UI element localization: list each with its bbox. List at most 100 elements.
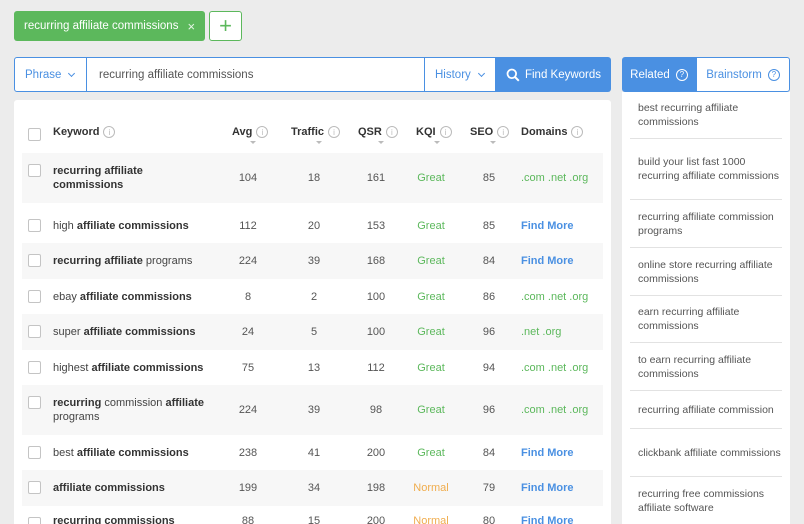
header-seo[interactable]: SEO i: [470, 126, 510, 144]
row-checkbox[interactable]: [28, 254, 41, 267]
table-row[interactable]: recurring commissions 88 15 200 Normal 80 Find…: [22, 506, 603, 524]
row-checkbox[interactable]: [28, 219, 41, 232]
find-keywords-label: Find Keywords: [524, 68, 602, 81]
header-keyword-label: Keyword: [53, 126, 100, 138]
table-row[interactable]: high affiliate commissions 112 20 153 Great 8…: [22, 208, 603, 243]
row-checkbox[interactable]: [28, 361, 41, 374]
info-icon[interactable]: i: [328, 126, 341, 138]
keyword-cell: best affiliate commissions: [53, 435, 213, 470]
search-mode-select[interactable]: Phrase: [14, 57, 87, 92]
find-more-link[interactable]: Find More: [521, 470, 601, 506]
avg-cell: 199: [238, 482, 258, 494]
keyword-match: recurring commissions: [53, 515, 175, 524]
related-keyword-label: online store recurring affiliate commiss…: [638, 258, 773, 285]
sort-arrow-icon: [315, 141, 322, 144]
find-more-link[interactable]: Find More: [521, 208, 601, 243]
seo-cell: 86: [482, 290, 496, 303]
info-icon[interactable]: ?: [675, 68, 688, 81]
tab-brainstorm[interactable]: Brainstorm ?: [696, 57, 790, 92]
find-more-link[interactable]: Find More: [521, 435, 601, 470]
table-row[interactable]: recurring affiliate programs 224 39 168 Grea…: [22, 243, 603, 279]
tab-related[interactable]: Related ?: [622, 57, 696, 92]
domains-cell[interactable]: .net .org: [521, 314, 601, 350]
table-row[interactable]: recurring affiliate commissions 104 18 161 G…: [22, 153, 603, 203]
table-row[interactable]: best affiliate commissions 238 41 200 Great 8…: [22, 435, 603, 470]
related-keyword-item[interactable]: best recurring affiliate commissions: [630, 92, 782, 139]
find-keywords-button[interactable]: Find Keywords: [496, 57, 611, 92]
history-label: History: [435, 68, 471, 81]
related-keyword-item[interactable]: recurring affiliate commission: [630, 391, 782, 429]
find-more-link[interactable]: Find More: [521, 243, 601, 279]
info-icon[interactable]: i: [103, 126, 116, 138]
related-tabs: Related ? Brainstorm ?: [622, 57, 790, 92]
table-row[interactable]: recurring commission affiliate programs 2…: [22, 385, 603, 435]
header-qsr[interactable]: QSR i: [358, 126, 398, 144]
domains-cell[interactable]: .com .net .org: [521, 385, 601, 435]
table-row[interactable]: super affiliate commissions 24 5 100 Great 96…: [22, 314, 603, 350]
keyword-text: recurring commissions: [53, 514, 175, 524]
row-checkbox[interactable]: [28, 290, 41, 303]
header-avg-label: Avg: [232, 126, 253, 138]
header-domains[interactable]: Domains i: [521, 126, 584, 138]
keyword-match: affiliate commissions: [79, 290, 192, 303]
row-checkbox[interactable]: [28, 164, 41, 177]
info-icon[interactable]: i: [497, 126, 510, 138]
avg-cell: 112: [239, 219, 257, 232]
header-keyword[interactable]: Keyword i: [53, 126, 116, 138]
table-row[interactable]: highest affiliate commissions 75 13 112 Grea…: [22, 350, 603, 385]
seo-cell: 84: [482, 255, 496, 267]
close-icon[interactable]: ×: [187, 19, 195, 34]
domains-cell[interactable]: .com .net .org: [521, 279, 601, 314]
traffic-cell: 34: [307, 482, 321, 494]
keyword-match: affiliate commissions: [83, 326, 196, 338]
keyword-text: recurring affiliate programs: [53, 254, 192, 268]
related-keyword-item[interactable]: build your list fast 1000 recurring affi…: [630, 139, 782, 200]
related-list: best recurring affiliate commissions buil…: [622, 92, 790, 524]
seo-cell: 79: [482, 482, 496, 494]
table-row[interactable]: ebay affiliate commissions 8 2 100 Great 86 .c…: [22, 279, 603, 314]
keyword-match: affiliate: [165, 397, 204, 409]
header-qsr-label: QSR: [358, 126, 382, 138]
info-icon[interactable]: i: [571, 126, 584, 138]
info-icon[interactable]: i: [439, 126, 452, 138]
info-icon[interactable]: ?: [767, 68, 780, 81]
avg-cell: 104: [238, 172, 258, 184]
domains-cell[interactable]: .com .net .org: [521, 350, 601, 385]
related-keyword-item[interactable]: earn recurring affiliate commissions: [630, 296, 782, 343]
related-keyword-item[interactable]: to earn recurring affiliate commissions: [630, 343, 782, 391]
related-keyword-label: recurring affiliate commission: [638, 403, 774, 416]
tab-brainstorm-label: Brainstorm: [706, 68, 762, 81]
seo-cell: 96: [482, 326, 496, 338]
kqi-cell: Normal: [413, 515, 449, 524]
add-tab-button[interactable]: +: [209, 11, 243, 41]
row-checkbox[interactable]: [28, 325, 41, 338]
table-row[interactable]: affiliate commissions 199 34 198 Normal 79 Fin…: [22, 470, 603, 506]
avg-cell: 8: [244, 290, 252, 303]
avg-cell: 24: [241, 326, 255, 338]
related-keyword-item[interactable]: online store recurring affiliate commiss…: [630, 248, 782, 296]
select-all-checkbox[interactable]: [28, 128, 41, 141]
related-keyword-item[interactable]: clickbank affiliate commissions: [630, 429, 782, 477]
related-keyword-item[interactable]: recurring free commissions affiliate sof…: [630, 477, 782, 524]
avg-cell: 75: [241, 361, 255, 374]
keyword-tab-active[interactable]: recurring affiliate commissions ×: [14, 11, 206, 41]
row-checkbox[interactable]: [28, 446, 41, 459]
find-more-link[interactable]: Find More: [521, 506, 601, 524]
search-input[interactable]: [87, 57, 424, 92]
header-traffic[interactable]: Traffic i: [291, 126, 341, 144]
plus-icon: +: [219, 13, 232, 38]
history-select[interactable]: History: [424, 57, 496, 92]
header-kqi[interactable]: KQI i: [416, 126, 452, 144]
info-icon[interactable]: i: [256, 126, 269, 138]
seo-cell: 85: [482, 172, 496, 184]
seo-cell: 85: [482, 219, 496, 232]
row-checkbox[interactable]: [28, 481, 41, 494]
header-avg[interactable]: Avg i: [232, 126, 269, 144]
related-keyword-item[interactable]: recurring affiliate commission programs: [630, 200, 782, 248]
domains-cell[interactable]: .com .net .org: [521, 153, 601, 203]
keyword-extra: high: [53, 219, 77, 232]
info-icon[interactable]: i: [385, 126, 398, 138]
row-checkbox[interactable]: [28, 396, 41, 409]
row-checkbox[interactable]: [28, 517, 41, 524]
qsr-cell: 153: [366, 219, 386, 232]
